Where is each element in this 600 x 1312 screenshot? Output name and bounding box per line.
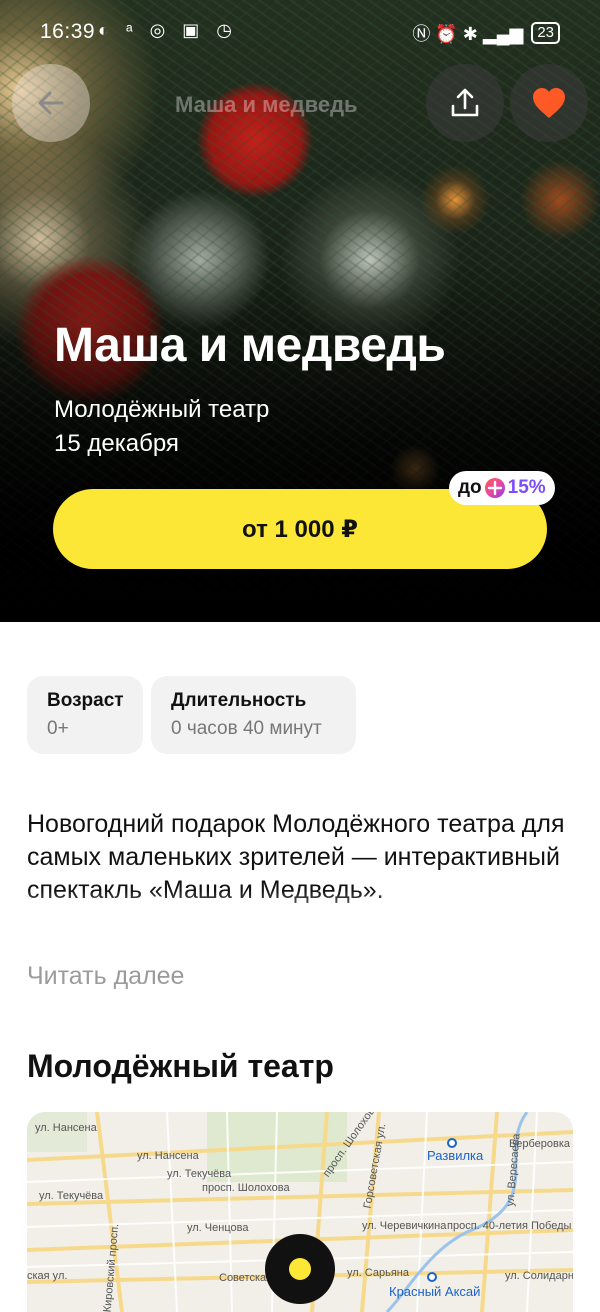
map-label-sholokhova: просп. Шолохова bbox=[202, 1182, 290, 1194]
status-time: 16:39 bbox=[40, 20, 96, 43]
map-label-aksay: Красный Аксай bbox=[389, 1284, 481, 1299]
cashback-prefix: до bbox=[458, 477, 482, 498]
duration-chip: Длительность 0 часов 40 минут bbox=[151, 676, 356, 754]
venue-map-pin[interactable] bbox=[265, 1234, 335, 1304]
map-label-tekucheva: ул. Текучёва bbox=[167, 1168, 232, 1180]
system-icons: Ⓝ ⏰ ✱ ▂▄▆ 23 bbox=[412, 20, 560, 46]
age-value: 0+ bbox=[47, 718, 69, 739]
map-pin-dot bbox=[289, 1258, 311, 1280]
venue-map[interactable]: ул. Нансена ул. Нансена ул. Текучёва ул.… bbox=[27, 1112, 573, 1312]
header-title: Маша и медведь bbox=[175, 92, 358, 117]
map-label-chentsova: ул. Ченцова bbox=[187, 1222, 249, 1234]
map-label-sovetskaya: Советская bbox=[219, 1272, 273, 1284]
signal-icons: Ⓝ ⏰ ✱ ▂▄▆ bbox=[412, 24, 524, 44]
venue-section-title: Молодёжный театр bbox=[27, 1048, 334, 1084]
battery-icon: 23 bbox=[531, 22, 560, 44]
age-label: Возраст bbox=[47, 690, 124, 711]
arrow-left-icon bbox=[38, 91, 64, 115]
event-title: Маша и медведь bbox=[54, 319, 446, 372]
event-venue: Молодёжный театр bbox=[54, 396, 270, 423]
description-fade bbox=[27, 890, 572, 940]
map-label-solidarnosti: ул. Солидарно bbox=[505, 1270, 573, 1282]
map-label-razvilka: Развилка bbox=[427, 1148, 484, 1163]
back-button[interactable] bbox=[12, 64, 90, 142]
event-description: Новогодний подарок Молодёжного театра дл… bbox=[27, 808, 572, 940]
heart-icon bbox=[533, 88, 565, 118]
map-label-skaya: ская ул. bbox=[27, 1270, 68, 1282]
share-button[interactable] bbox=[426, 64, 504, 142]
share-icon bbox=[451, 88, 479, 117]
favorite-button[interactable] bbox=[510, 64, 588, 142]
read-more-link[interactable]: Читать далее bbox=[27, 962, 184, 991]
duration-value: 0 часов 40 минут bbox=[171, 718, 322, 739]
event-date: 15 декабря bbox=[54, 430, 179, 457]
map-label-nansena-2: ул. Нансена bbox=[137, 1150, 199, 1162]
map-label-nansena: ул. Нансена bbox=[35, 1122, 97, 1134]
buy-button-label: от 1 000 ₽ bbox=[242, 515, 358, 543]
map-label-saryana: ул. Сарьяна bbox=[347, 1267, 409, 1279]
map-label-cherevichkina: ул. Черевичкина bbox=[362, 1220, 447, 1232]
cashback-percent: 15% bbox=[507, 477, 546, 498]
map-label-tekucheva-2: ул. Текучёва bbox=[39, 1190, 104, 1202]
duration-label: Длительность bbox=[171, 690, 307, 711]
notification-icons: ◐ ᵃ ◎ ▣ ◷ bbox=[98, 20, 238, 40]
status-bar: 16:39 ◐ ᵃ ◎ ▣ ◷ Ⓝ ⏰ ✱ ▂▄▆ 23 bbox=[0, 0, 600, 66]
map-label-pobedy: просп. 40-летия Победы bbox=[447, 1220, 572, 1232]
plus-icon bbox=[484, 478, 505, 498]
plus-cashback-badge: до 15% bbox=[449, 471, 555, 505]
age-chip: Возраст 0+ bbox=[27, 676, 143, 754]
event-hero: 16:39 ◐ ᵃ ◎ ▣ ◷ Ⓝ ⏰ ✱ ▂▄▆ 23 Маша и медв… bbox=[0, 0, 600, 622]
